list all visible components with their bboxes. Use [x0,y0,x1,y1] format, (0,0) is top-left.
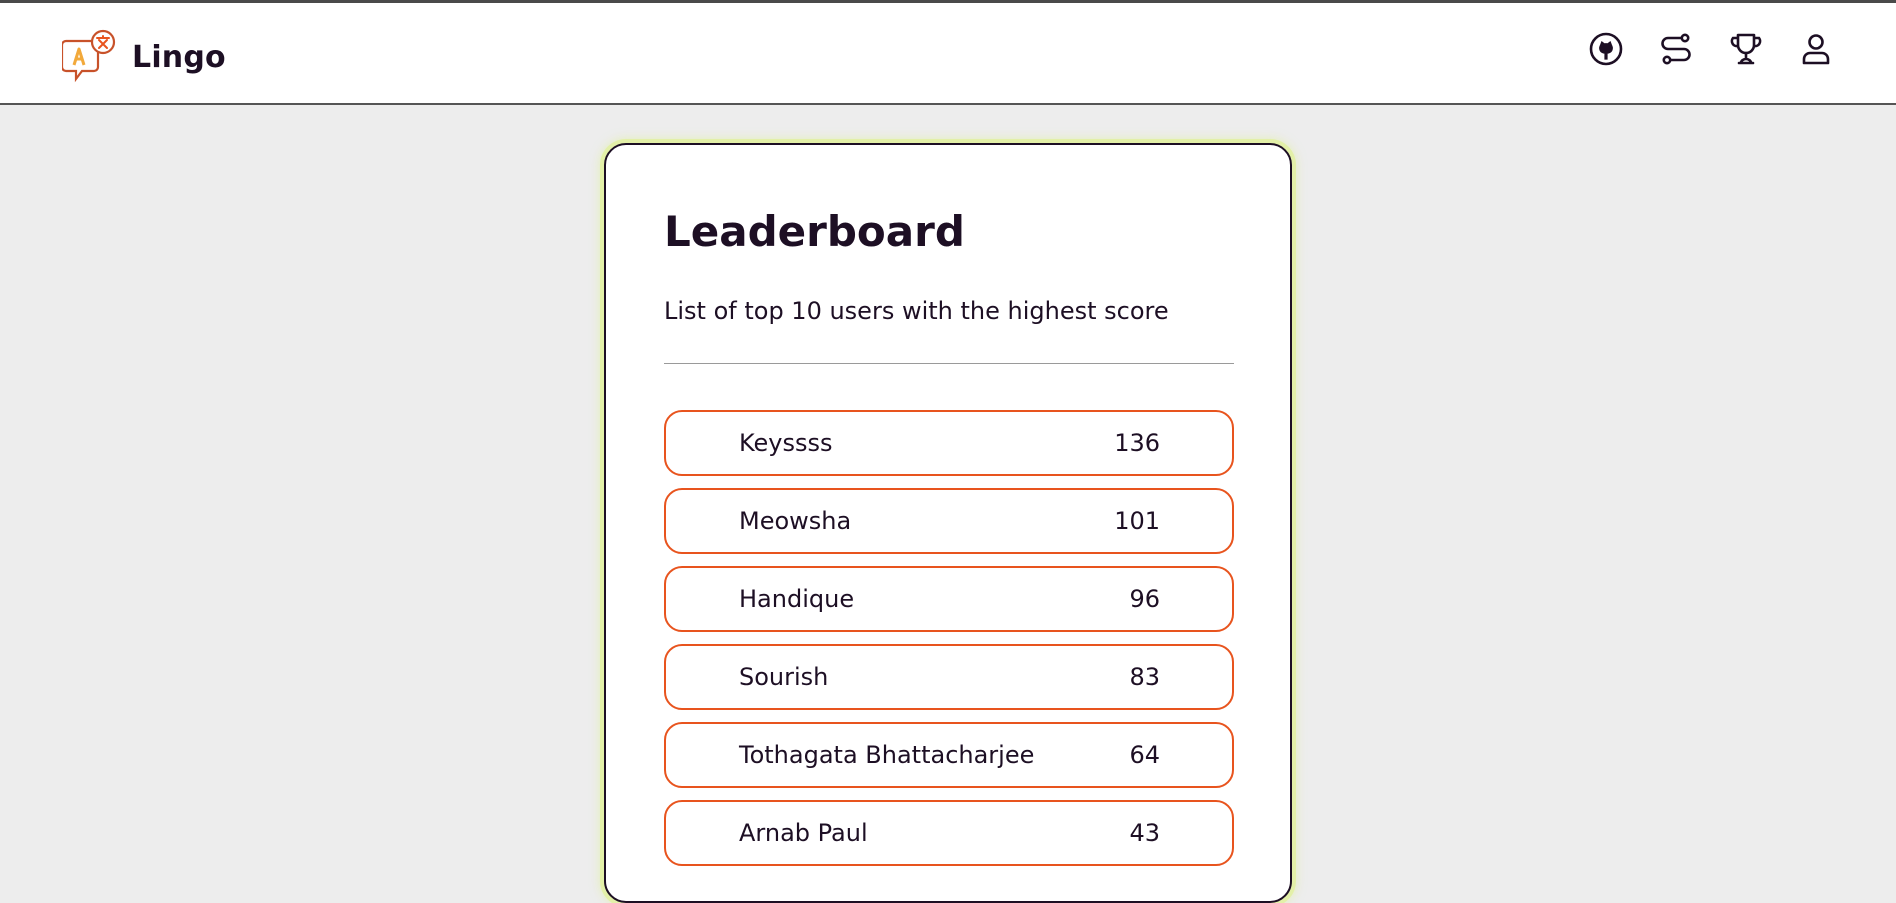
username: Arnab Paul [739,819,868,847]
navbar: Lingo [0,3,1896,105]
leaderboard-list: Keyssss 136 Meowsha 101 Handique 96 Sour… [664,410,1234,878]
username: Tothagata Bhattacharjee [739,741,1035,769]
score: 101 [1114,507,1160,535]
username: Meowsha [739,507,852,535]
score: 83 [1129,663,1160,691]
leaderboard-row: Keyssss 136 [664,410,1234,476]
username: Keyssss [739,429,833,457]
page-title: Leaderboard [664,207,965,256]
route-icon[interactable] [1658,31,1694,67]
user-icon[interactable] [1798,31,1834,67]
leaderboard-row: Sourish 83 [664,644,1234,710]
leaderboard-row: Handique 96 [664,566,1234,632]
leaderboard-card: Leaderboard List of top 10 users with th… [604,143,1292,903]
username: Handique [739,585,855,613]
score: 43 [1129,819,1160,847]
leaderboard-row: Tothagata Bhattacharjee 64 [664,722,1234,788]
score: 96 [1129,585,1160,613]
github-icon[interactable] [1588,31,1624,67]
page-subtitle: List of top 10 users with the highest sc… [664,297,1169,325]
leaderboard-row: Meowsha 101 [664,488,1234,554]
score: 64 [1129,741,1160,769]
leaderboard-row: Arnab Paul 43 [664,800,1234,866]
brand-link[interactable]: Lingo [62,27,226,87]
nav-icon-group [1588,31,1834,67]
username: Sourish [739,663,829,691]
divider [664,363,1234,364]
score: 136 [1114,429,1160,457]
lingo-logo-icon [62,29,118,85]
trophy-icon[interactable] [1728,31,1764,67]
app-name: Lingo [132,39,226,75]
